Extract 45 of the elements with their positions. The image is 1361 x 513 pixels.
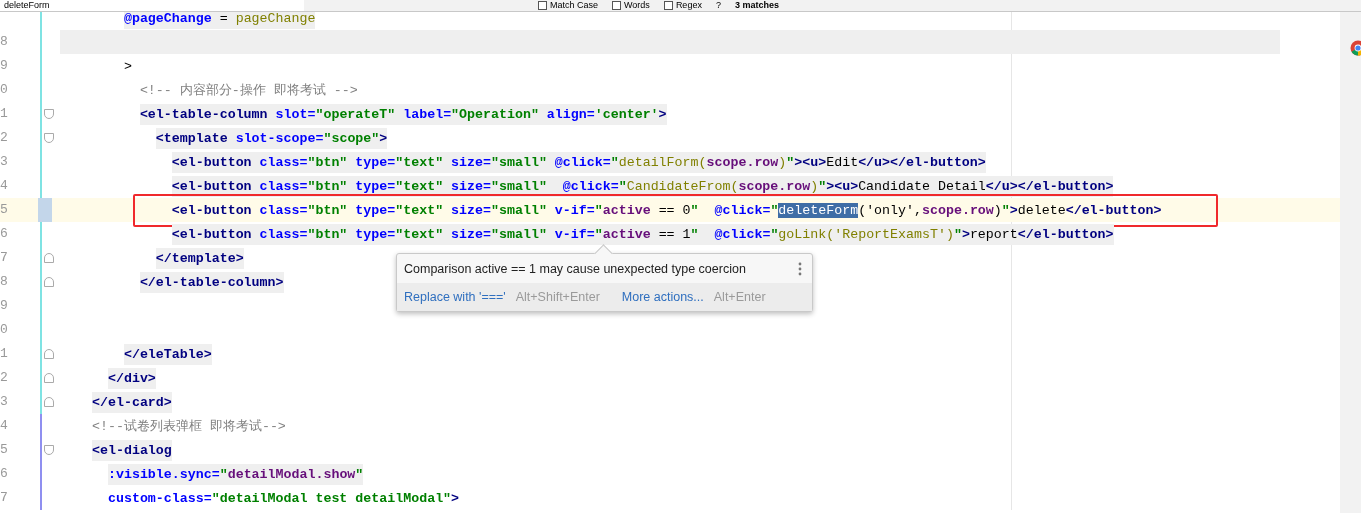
line-number: 3	[0, 154, 8, 169]
line-number: 9	[0, 58, 8, 73]
code-line: <el-button class="btn" type="text" size="small" v-if="active == 0" @click="deleteForm('only',scope.row)">delete</el-button>	[171, 201, 1162, 220]
checkbox-option[interactable]: Regex	[663, 0, 702, 11]
line-number: 4	[0, 418, 8, 433]
line-number: 6	[0, 466, 8, 481]
code-line: >	[123, 57, 132, 76]
line-number: 0	[0, 82, 8, 97]
line-number: 1	[0, 106, 8, 121]
action-link[interactable]: Replace with '==='	[404, 290, 506, 304]
line-number: 5	[0, 442, 8, 457]
fold-end-icon[interactable]	[44, 277, 54, 287]
line-number: 6	[0, 226, 8, 241]
line-number: 4	[0, 178, 8, 193]
shortcut-hint: Alt+Shift+Enter	[515, 290, 600, 304]
help-mark[interactable]: ?	[715, 0, 721, 11]
fold-end-icon[interactable]	[44, 349, 54, 359]
warning-message: Comparison active == 1 may cause unexpected type coercion	[404, 261, 746, 276]
fold-marker-icon[interactable]	[44, 133, 54, 143]
fold-end-icon[interactable]	[44, 253, 54, 263]
line-number: 5	[0, 202, 8, 217]
line-number: 8	[0, 34, 8, 49]
fold-end-icon[interactable]	[44, 373, 54, 383]
code-comment: <!-- 内容部分-操作 即将考试 -->	[139, 81, 358, 100]
line-number: 3	[0, 394, 8, 409]
fold-marker-icon[interactable]	[44, 109, 54, 119]
code-comment: <!--试卷列表弹框 即将考试-->	[92, 417, 286, 436]
checkbox-option[interactable]: Match Case	[538, 0, 599, 11]
line-number: 7	[0, 490, 8, 505]
shortcut-hint: Alt+Enter	[713, 290, 766, 304]
action-link[interactable]: More actions...	[621, 290, 704, 304]
match-count: 3 matches	[734, 0, 779, 11]
line-number: 2	[0, 130, 8, 145]
line-number: 9	[0, 298, 8, 313]
line-number: 0	[0, 322, 8, 337]
fold-marker-icon[interactable]	[44, 445, 54, 455]
line-number: 1	[0, 346, 8, 361]
line-number: 2	[0, 370, 8, 385]
more-options-icon[interactable]	[798, 261, 802, 276]
code-line: custom-class="detailModal test detailModal">	[107, 489, 460, 508]
fold-end-icon[interactable]	[44, 397, 54, 407]
line-number: 7	[0, 250, 8, 265]
line-number: 8	[0, 274, 8, 289]
search-field[interactable]: deleteForm	[0, 0, 304, 11]
checkbox-option[interactable]: Words	[612, 0, 650, 11]
